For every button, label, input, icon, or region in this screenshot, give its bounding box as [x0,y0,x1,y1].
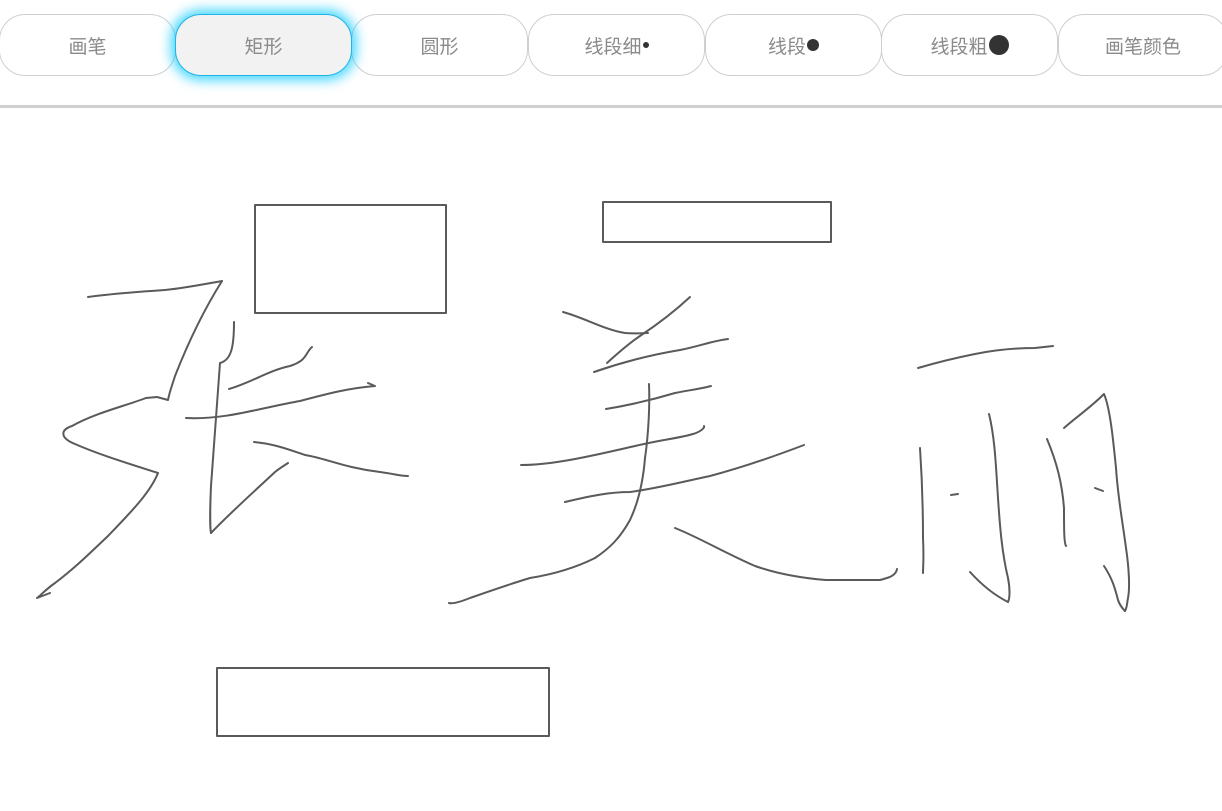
line-medium-button-label: 线段 [767,35,806,58]
rectangle-button-label: 矩形 [244,35,283,58]
rectangle-button[interactable]: 矩形 [175,14,352,76]
drawn-rectangle [254,204,447,314]
brush-color-button-label: 画笔颜色 [1104,35,1181,58]
circle-button-label: 圆形 [420,35,459,58]
thick-dot-icon [988,35,1009,55]
drawn-rectangle [216,667,550,737]
handwritten-stroke-group [448,296,898,605]
drawing-canvas[interactable] [0,108,1222,811]
line-thick-button-label: 线段粗 [930,35,988,58]
drawing-surface [36,201,1131,737]
brush-color-button[interactable]: 画笔颜色 [1058,14,1222,76]
handwritten-stroke-group [917,345,1131,612]
circle-button[interactable]: 圆形 [351,14,528,76]
line-thin-button-label: 线段细 [584,35,642,58]
thin-dot-icon [642,42,649,48]
line-thin-button[interactable]: 线段细 [528,14,705,76]
brush-button[interactable]: 画笔 [0,14,176,76]
line-medium-button[interactable]: 线段 [705,14,882,76]
toolbar: 画笔 矩形 圆形 线段细 线段 线段粗 画笔颜色 [0,0,1222,108]
line-thick-button[interactable]: 线段粗 [881,14,1058,76]
brush-button-label: 画笔 [68,35,107,58]
medium-dot-icon [807,39,819,51]
drawn-rectangle [602,201,832,243]
handwritten-stroke-group [36,280,409,599]
